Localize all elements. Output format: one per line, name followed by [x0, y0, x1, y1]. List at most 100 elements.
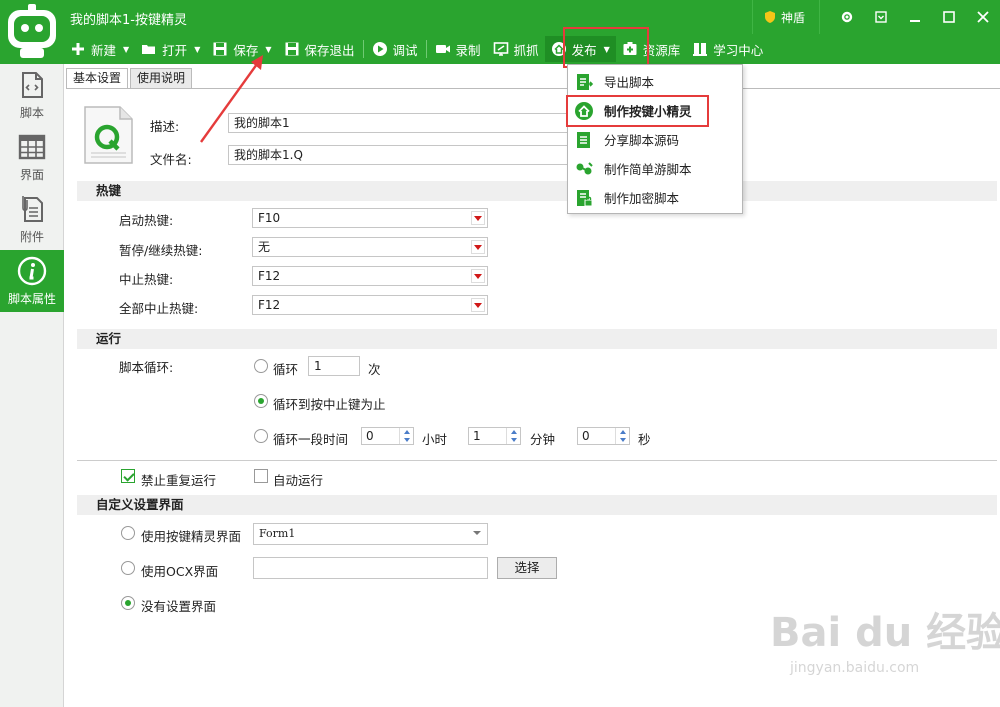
folder-icon	[142, 45, 156, 54]
open-label: 打开	[162, 42, 188, 58]
watermark-text: Bai du 经验	[770, 610, 1000, 656]
menu-item-make-mini-sprite[interactable]: 制作按键小精灵	[568, 96, 742, 125]
sidebar-item-label: 附件	[19, 229, 44, 244]
mini-sprite-icon	[575, 101, 593, 120]
auto-run-checkbox[interactable]	[254, 469, 268, 483]
stepper-arrows[interactable]	[399, 428, 413, 444]
loop-until-stop-radio[interactable]	[254, 394, 268, 408]
no-repeat-checkbox[interactable]	[121, 469, 135, 483]
loop-count-radio[interactable]	[254, 359, 268, 373]
debug-button[interactable]: 调试	[366, 36, 424, 62]
description-label: 描述:	[150, 119, 180, 134]
menu-item-make-simple-game[interactable]: 制作简单游脚本	[568, 154, 742, 183]
ocx-path-input[interactable]	[253, 557, 488, 579]
resources-button[interactable]: 资源库	[616, 36, 687, 62]
stop-hotkey-label: 中止热键:	[119, 272, 174, 287]
dropdown-arrow-icon[interactable]	[471, 269, 485, 283]
sidebar-item-label: 脚本属性	[7, 291, 56, 306]
dropdown-arrow-icon[interactable]	[471, 240, 485, 254]
loop-duration-radio[interactable]	[254, 429, 268, 443]
sidebar-item-layout[interactable]: 界面	[0, 126, 64, 188]
menu-item-export-script[interactable]: 导出脚本	[568, 67, 742, 96]
start-hotkey-select[interactable]: F10	[252, 208, 488, 228]
resource-box-icon	[623, 42, 637, 55]
loop-duration-label: 循环一段时间	[273, 432, 349, 447]
start-hotkey-value: F10	[258, 211, 281, 225]
export-script-icon	[577, 73, 594, 90]
new-button[interactable]: 新建 ▼	[64, 36, 135, 62]
no-ui-radio[interactable]	[121, 596, 135, 610]
shield-label: 神盾	[780, 10, 805, 25]
seconds-value: 0	[582, 429, 590, 443]
dropdown-arrow-icon[interactable]	[471, 211, 485, 225]
minutes-unit: 分钟	[530, 432, 556, 447]
record-button[interactable]: 录制	[429, 36, 487, 62]
form-select[interactable]: Form1	[253, 523, 488, 545]
menu-button[interactable]	[864, 0, 898, 34]
publish-button[interactable]: 发布 ▼	[544, 36, 616, 62]
minimize-icon	[910, 20, 920, 22]
stop-all-hotkey-label: 全部中止热键:	[119, 301, 199, 316]
no-repeat-label: 禁止重复运行	[141, 473, 217, 488]
menu-item-make-encrypted[interactable]: 制作加密脚本	[568, 183, 742, 212]
dropdown-arrow-icon[interactable]	[471, 298, 485, 312]
ocx-ui-radio[interactable]	[121, 561, 135, 575]
script-icon	[22, 71, 43, 98]
pause-hotkey-select[interactable]: 无	[252, 237, 488, 257]
menu-item-share-source[interactable]: 分享脚本源码	[568, 125, 742, 154]
close-button[interactable]	[966, 0, 1000, 34]
capture-button[interactable]: 抓抓	[487, 36, 545, 62]
seconds-stepper[interactable]: 0	[577, 427, 630, 445]
window-controls: 神盾	[751, 0, 1000, 34]
no-ui-label: 没有设置界面	[141, 599, 217, 614]
play-icon	[372, 42, 387, 56]
hours-value: 0	[366, 429, 374, 443]
simple-game-icon	[576, 161, 593, 174]
stop-all-hotkey-select[interactable]: F12	[252, 295, 488, 315]
ocx-ui-label: 使用OCX界面	[141, 564, 219, 579]
q-file-icon	[84, 106, 133, 164]
settings-button[interactable]	[830, 0, 864, 34]
save-exit-button[interactable]: 保存退出	[278, 36, 361, 62]
gear-icon	[841, 11, 853, 23]
learning-label: 学习中心	[713, 42, 764, 58]
tab-help[interactable]: 使用说明	[130, 68, 193, 88]
screen-capture-icon	[493, 42, 508, 56]
sidebar-item-label: 界面	[19, 167, 44, 182]
filename-input[interactable]: 我的脚本1.Q	[228, 145, 570, 165]
chevron-down-icon: ▼	[603, 44, 610, 54]
tab-basic-settings[interactable]: 基本设置	[66, 68, 129, 88]
video-camera-icon	[435, 45, 450, 53]
hours-stepper[interactable]: 0	[361, 427, 414, 445]
loop-count-input[interactable]: 1	[308, 356, 360, 376]
stop-hotkey-select[interactable]: F12	[252, 266, 488, 286]
sidebar-item-script[interactable]: 脚本	[0, 64, 64, 126]
stepper-arrows[interactable]	[506, 428, 520, 444]
menu-item-label: 制作简单游脚本	[604, 162, 692, 177]
description-input[interactable]: 我的脚本1	[228, 113, 570, 133]
save-exit-label: 保存退出	[304, 42, 355, 58]
publish-dropdown-menu: 导出脚本 制作按键小精灵 分享脚本源码 制作简单游脚本 制作加密脚本	[567, 64, 743, 214]
minimize-button[interactable]	[898, 0, 932, 34]
info-icon	[17, 256, 47, 285]
sidebar-item-attachment[interactable]: 附件	[0, 188, 64, 250]
chevron-down-icon[interactable]	[473, 531, 481, 535]
minutes-stepper[interactable]: 1	[468, 427, 521, 445]
select-ocx-button[interactable]: 选择	[497, 557, 557, 579]
save-exit-icon	[285, 42, 299, 56]
shield-button[interactable]: 神盾	[751, 0, 820, 34]
pause-hotkey-label: 暂停/继续热键:	[119, 243, 203, 258]
stepper-arrows[interactable]	[615, 428, 629, 444]
hours-unit: 小时	[422, 432, 448, 447]
builtin-ui-radio[interactable]	[121, 526, 135, 540]
debug-label: 调试	[392, 42, 418, 58]
share-source-icon	[577, 131, 590, 148]
toolbar-separator	[362, 40, 364, 58]
shield-icon	[764, 11, 775, 23]
sidebar-item-script-properties[interactable]: 脚本属性	[0, 250, 64, 312]
custom-ui-section-header: 自定义设置界面	[77, 495, 997, 515]
main-toolbar: 新建 ▼ 打开 ▼ 保存 ▼ 保存退出 调试 录制 抓抓 发布 ▼ 资源库 学习中心	[64, 34, 769, 64]
maximize-button[interactable]	[932, 0, 966, 34]
menu-item-label: 导出脚本	[604, 75, 655, 90]
learning-button[interactable]: 学习中心	[686, 36, 769, 62]
